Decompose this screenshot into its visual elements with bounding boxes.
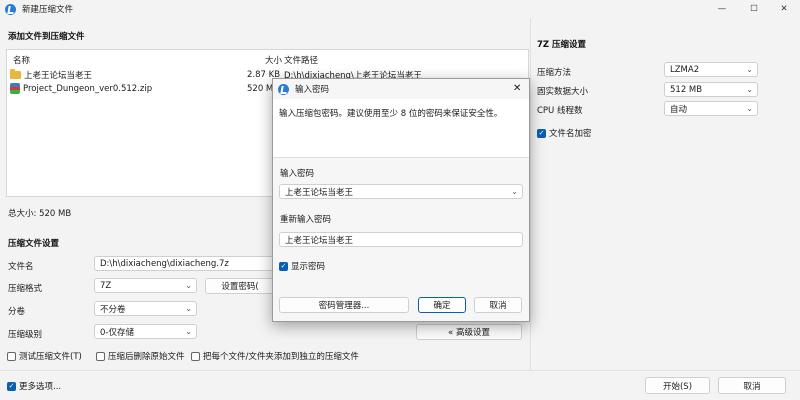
add-files-heading: 添加文件到压缩文件 (8, 32, 85, 42)
solid-size-value: 512 MB (670, 84, 703, 95)
checkmark-icon[interactable]: ✓ (279, 261, 288, 271)
folder-icon (10, 68, 21, 79)
show-password-checkbox[interactable]: ✓ 显示密码 (279, 260, 325, 272)
level-value: 0-仅存储 (100, 327, 134, 338)
split-select[interactable]: 不分卷 ⌄ (94, 301, 197, 316)
method-value: LZMA2 (670, 64, 700, 75)
separate-archives-checkbox[interactable]: 把每个文件/文件夹添加到独立的压缩文件 (191, 350, 359, 362)
password-value: 上老王论坛当老王 (285, 187, 354, 198)
7z-settings-panel: 7Z 压缩设置 压缩方法 LZMA2 ⌄ 固实数据大小 512 MB ⌄ CPU 线… (531, 18, 800, 370)
checkbox-label: 把每个文件/文件夹添加到独立的压缩文件 (203, 352, 359, 362)
chevron-down-icon: ⌄ (185, 327, 192, 336)
dialog-description: 输入压缩包密码。建议使用至少 8 位的密码来保证安全性。 (279, 109, 503, 119)
threads-value: 自动 (670, 104, 688, 115)
filename-label: 文件名 (8, 262, 34, 272)
zip-archive-icon (10, 83, 20, 94)
reenter-password-label: 重新输入密码 (280, 215, 332, 225)
checkbox-label: 更多选项... (19, 382, 62, 392)
window-title: 新建压缩文件 (22, 5, 74, 15)
format-label: 压缩格式 (8, 284, 43, 294)
footer-bar: ✓ 更多选项... 开始(S) 取消 (0, 370, 800, 400)
start-button[interactable]: 开始(S) (645, 377, 710, 394)
checkmark-icon[interactable]: ✓ (7, 381, 16, 391)
chevron-down-icon: ⌄ (746, 85, 753, 94)
solid-size-select[interactable]: 512 MB ⌄ (664, 82, 758, 97)
app-logo-icon (5, 3, 16, 15)
chevron-down-icon: ⌄ (185, 281, 192, 290)
checkbox-label: 测试压缩文件(T) (19, 352, 82, 362)
maximize-button[interactable]: ☐ (738, 0, 770, 18)
checkbox-label: 文件名加密 (549, 129, 592, 139)
reenter-password-input[interactable]: 上老王论坛当老王 (279, 232, 523, 247)
checkbox-label: 显示密码 (291, 262, 326, 272)
total-size: 总大小: 520 MB (8, 209, 72, 219)
cancel-button[interactable]: 取消 (718, 377, 786, 394)
checkbox-box[interactable] (191, 351, 200, 361)
column-name-header[interactable]: 名称 (13, 54, 30, 66)
password-input[interactable]: 上老王论坛当老王 ⌄ (279, 184, 523, 199)
format-value: 7Z (100, 280, 112, 291)
archive-settings-heading: 压缩文件设置 (8, 239, 60, 249)
encrypt-filenames-checkbox[interactable]: ✓ 文件名加密 (537, 127, 592, 139)
file-name: 上老王论坛当老王 (24, 70, 93, 81)
chevron-down-icon: ⌄ (746, 104, 753, 113)
dialog-title-bar: 输入密码 ✕ (273, 79, 529, 99)
checkbox-label: 压缩后删除原始文件 (108, 352, 185, 362)
checkmark-icon[interactable]: ✓ (537, 128, 546, 138)
checkbox-box[interactable] (96, 351, 105, 361)
threads-select[interactable]: 自动 ⌄ (664, 101, 758, 116)
method-label: 压缩方法 (537, 68, 572, 78)
password-dialog: 输入密码 ✕ 输入压缩包密码。建议使用至少 8 位的密码来保证安全性。 输入密码… (272, 78, 530, 322)
password-label: 输入密码 (280, 169, 315, 179)
file-name: Project_Dungeon_ver0.512.zip (23, 83, 153, 94)
test-archive-checkbox[interactable]: 测试压缩文件(T) (7, 350, 82, 362)
column-size-header[interactable]: 大小 (265, 54, 282, 66)
threads-label: CPU 线程数 (537, 106, 583, 116)
split-value: 不分卷 (100, 304, 126, 315)
close-button[interactable]: ✕ (768, 0, 800, 18)
checkbox-box[interactable] (7, 351, 16, 361)
set-password-button[interactable]: 设置密码( (205, 278, 275, 294)
chevron-down-icon: ⌄ (185, 304, 192, 313)
format-select[interactable]: 7Z ⌄ (94, 278, 197, 293)
solid-size-label: 固实数据大小 (537, 87, 589, 97)
password-manager-button[interactable]: 密码管理器... (279, 297, 409, 313)
column-path-header[interactable]: 文件路径 (284, 54, 318, 66)
7z-settings-heading: 7Z 压缩设置 (537, 40, 587, 50)
dialog-title: 输入密码 (295, 85, 330, 95)
method-select[interactable]: LZMA2 ⌄ (664, 62, 758, 77)
chevron-down-icon[interactable]: ⌄ (511, 187, 518, 196)
ok-button[interactable]: 确定 (418, 297, 466, 313)
level-select[interactable]: 0-仅存储 ⌄ (94, 324, 197, 339)
title-bar: 新建压缩文件 (0, 0, 800, 18)
advanced-settings-button[interactable]: « 高级设置 (416, 324, 522, 340)
split-label: 分卷 (8, 307, 26, 317)
level-label: 压缩级别 (8, 330, 43, 340)
delete-original-checkbox[interactable]: 压缩后删除原始文件 (96, 350, 185, 362)
more-options-checkbox[interactable]: ✓ 更多选项... (7, 380, 61, 392)
dialog-close-button[interactable]: ✕ (513, 83, 521, 94)
dialog-description-area: 输入压缩包密码。建议使用至少 8 位的密码来保证安全性。 (273, 99, 529, 158)
file-size: 520 M (247, 83, 274, 94)
minimize-button[interactable]: — (706, 0, 738, 18)
chevron-down-icon: ⌄ (746, 65, 753, 74)
app-logo-icon (278, 83, 289, 95)
dialog-cancel-button[interactable]: 取消 (474, 297, 522, 313)
